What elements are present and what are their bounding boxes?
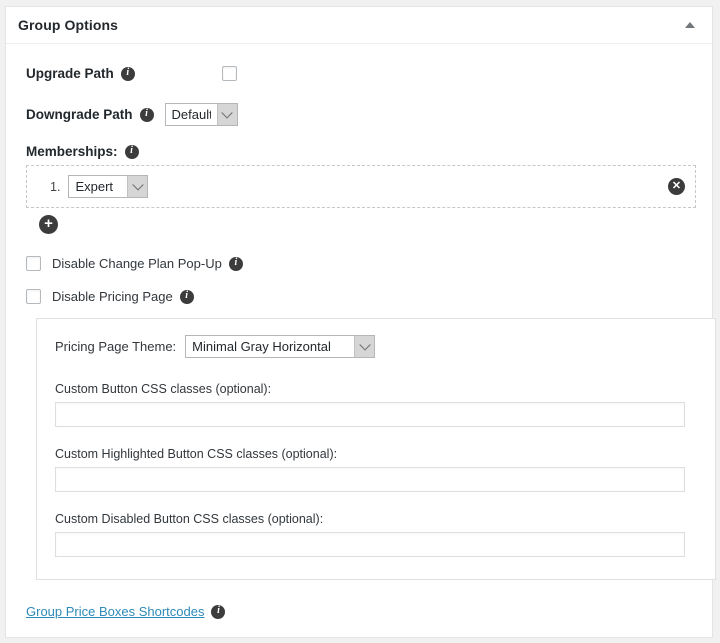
info-icon[interactable]: i <box>211 605 225 619</box>
custom-highlighted-button-css-label: Custom Highlighted Button CSS classes (o… <box>55 447 697 461</box>
custom-disabled-button-css-group: Custom Disabled Button CSS classes (opti… <box>55 512 697 557</box>
disable-pricing-page-checkbox[interactable] <box>26 289 41 304</box>
disable-change-plan-popup-label: Disable Change Plan Pop-Up <box>52 256 222 271</box>
metabox-header: Group Options <box>6 7 712 44</box>
memberships-label: Memberships: <box>26 144 118 159</box>
info-icon[interactable]: i <box>229 257 243 271</box>
upgrade-path-checkbox[interactable] <box>222 66 237 81</box>
custom-button-css-group: Custom Button CSS classes (optional): <box>55 382 697 427</box>
membership-row: 1. Expert ✕ <box>26 165 696 208</box>
pricing-page-theme-label: Pricing Page Theme: <box>55 339 176 354</box>
close-circle-icon[interactable]: ✕ <box>668 178 685 195</box>
shortcodes-link-row: Group Price Boxes Shortcodes i <box>26 604 692 619</box>
custom-disabled-button-css-input[interactable] <box>55 532 685 557</box>
disable-pricing-page-row: Disable Pricing Page i <box>26 289 692 304</box>
triangle-up-icon[interactable] <box>682 17 698 33</box>
membership-index: 1. <box>50 180 60 194</box>
metabox-body: Upgrade Path i Downgrade Path i Default … <box>6 44 712 637</box>
add-membership-row: + <box>39 215 692 234</box>
upgrade-path-row: Upgrade Path i <box>26 66 692 81</box>
info-icon[interactable]: i <box>140 108 154 122</box>
membership-select-wrap: Expert <box>68 175 148 198</box>
pricing-page-theme-select-wrap: Minimal Gray Horizontal <box>185 335 375 358</box>
custom-button-css-input[interactable] <box>55 402 685 427</box>
disable-pricing-page-label: Disable Pricing Page <box>52 289 173 304</box>
upgrade-path-label: Upgrade Path <box>26 66 114 81</box>
custom-highlighted-button-css-group: Custom Highlighted Button CSS classes (o… <box>55 447 697 492</box>
disable-change-plan-popup-row: Disable Change Plan Pop-Up i <box>26 256 692 271</box>
triangle-up-glyph <box>685 22 695 28</box>
downgrade-path-label: Downgrade Path <box>26 107 133 122</box>
group-price-boxes-shortcodes-link[interactable]: Group Price Boxes Shortcodes <box>26 604 204 619</box>
group-options-metabox: Group Options Upgrade Path i Downgrade P… <box>5 6 713 638</box>
downgrade-path-row: Downgrade Path i Default <box>26 103 692 126</box>
downgrade-path-select[interactable]: Default <box>165 103 238 126</box>
info-icon[interactable]: i <box>180 290 194 304</box>
pricing-page-theme-row: Pricing Page Theme: Minimal Gray Horizon… <box>55 335 697 358</box>
downgrade-path-select-wrap: Default <box>165 103 238 126</box>
custom-highlighted-button-css-input[interactable] <box>55 467 685 492</box>
page-title: Group Options <box>18 17 118 33</box>
disable-change-plan-popup-checkbox[interactable] <box>26 256 41 271</box>
plus-circle-icon[interactable]: + <box>39 215 58 234</box>
info-icon[interactable]: i <box>121 67 135 81</box>
custom-disabled-button-css-label: Custom Disabled Button CSS classes (opti… <box>55 512 697 526</box>
pricing-page-theme-select[interactable]: Minimal Gray Horizontal <box>185 335 375 358</box>
membership-select[interactable]: Expert <box>68 175 148 198</box>
info-icon[interactable]: i <box>125 145 139 159</box>
custom-button-css-label: Custom Button CSS classes (optional): <box>55 382 697 396</box>
memberships-label-row: Memberships: i <box>26 144 692 159</box>
pricing-page-settings-panel: Pricing Page Theme: Minimal Gray Horizon… <box>36 318 716 580</box>
